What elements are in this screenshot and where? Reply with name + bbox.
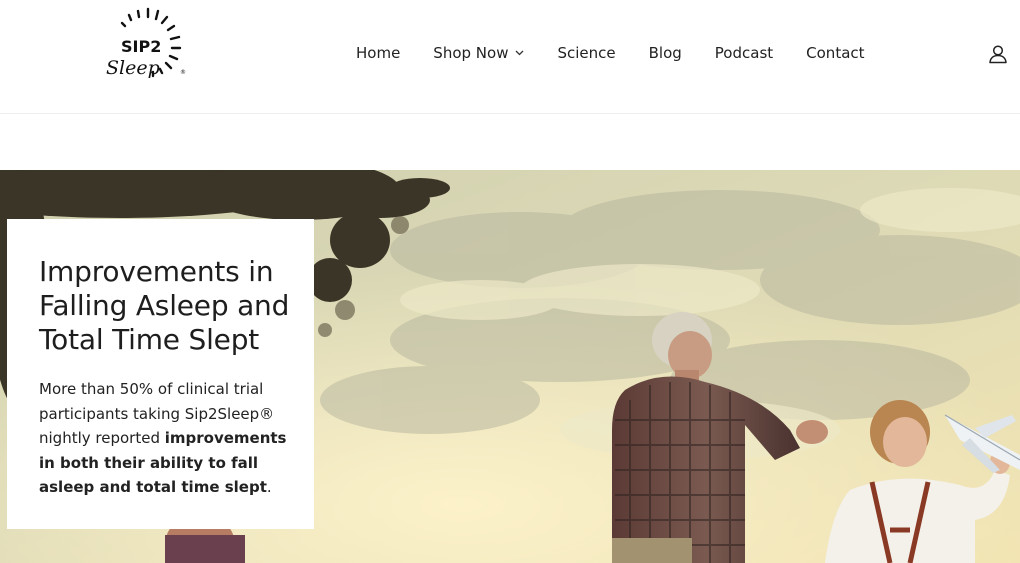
- hero-description: More than 50% of clinical trial particip…: [39, 377, 290, 500]
- chevron-down-icon: [516, 50, 524, 56]
- hero-text-card: Improvements in Falling Asleep and Total…: [7, 219, 314, 529]
- nav-shop-now-label: Shop Now: [433, 44, 509, 62]
- nav-blog[interactable]: Blog: [649, 44, 682, 62]
- user-icon: [989, 45, 1007, 64]
- nav-podcast[interactable]: Podcast: [715, 44, 773, 62]
- site-header: SIP2 Sleep ® Home Shop Now Science Blog …: [0, 0, 1020, 114]
- nav-science[interactable]: Science: [557, 44, 615, 62]
- hero-description-part2: .: [266, 478, 272, 496]
- sip2sleep-logo[interactable]: SIP2 Sleep ®: [104, 6, 190, 88]
- logo-text-sip2: SIP2: [121, 37, 161, 56]
- logo-registered-mark: ®: [180, 69, 186, 76]
- nav-shop-now[interactable]: Shop Now: [433, 44, 524, 62]
- logo-mark: SIP2 Sleep ®: [106, 7, 186, 79]
- nav-home[interactable]: Home: [356, 44, 400, 62]
- nav-contact[interactable]: Contact: [806, 44, 864, 62]
- account-button[interactable]: [988, 44, 1008, 64]
- logo-text-sleep: Sleep: [106, 57, 160, 79]
- hero-title: Improvements in Falling Asleep and Total…: [39, 255, 290, 356]
- main-nav: Home Shop Now Science Blog Podcast Conta…: [356, 44, 865, 62]
